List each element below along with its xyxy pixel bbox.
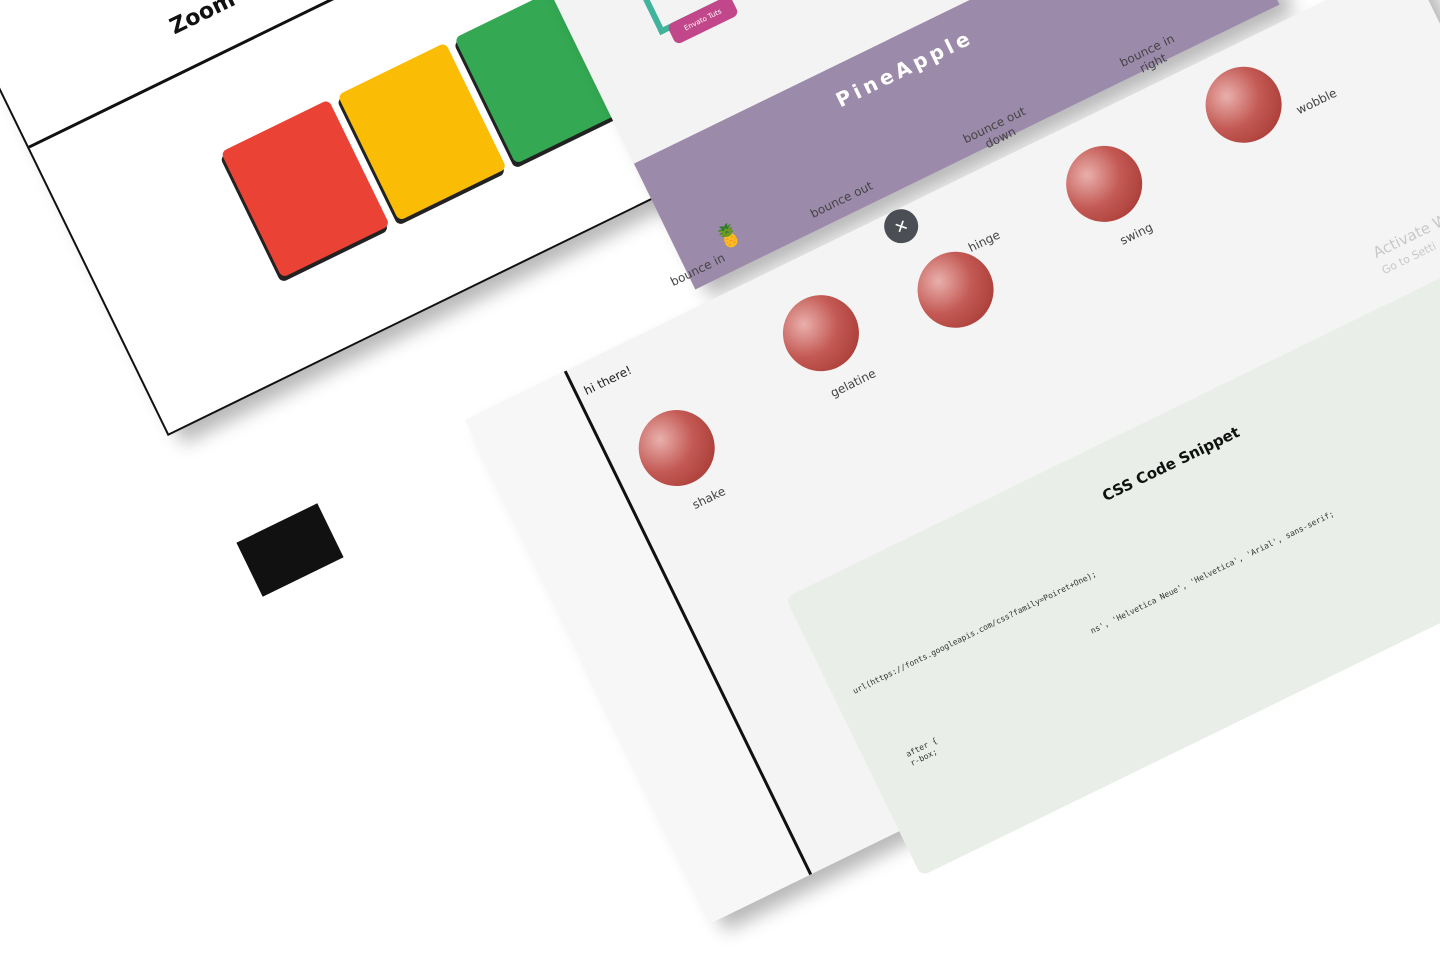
ball-gelatine[interactable]	[770, 282, 872, 384]
label-wobble: wobble	[1294, 85, 1339, 118]
brand-name: PineApple	[831, 24, 978, 113]
label-hinge: hinge	[966, 227, 1003, 255]
code-line: url(https://fonts.googleapis.com/css?fam…	[851, 569, 1098, 696]
close-button[interactable]: ✕	[878, 203, 924, 249]
black-bar	[236, 503, 344, 597]
ball-wobble[interactable]	[1192, 53, 1295, 156]
greeting: hi there!	[581, 362, 634, 398]
code-panel-title: CSS Code Snippet	[1099, 422, 1243, 506]
code-panel: CSS Code Snippet url(https://fonts.googl…	[785, 264, 1440, 877]
zoom-title: Zoom on hover CSS	[166, 0, 394, 40]
ball-shake[interactable]	[625, 397, 728, 499]
ball-swing[interactable]	[1053, 133, 1156, 235]
code-line: ns', 'Helvetica Neue', 'Helvetica', 'Ari…	[1089, 509, 1336, 636]
